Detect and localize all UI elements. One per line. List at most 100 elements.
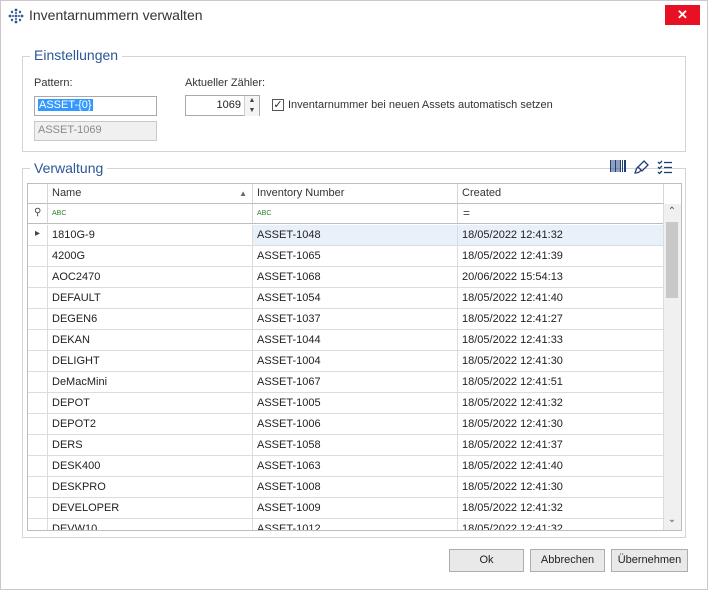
table-row[interactable]: DEPOT2 ASSET-1006 18/05/2022 12:41:30 — [28, 414, 664, 435]
row-indicator[interactable] — [28, 309, 48, 330]
cell-created[interactable]: 20/06/2022 15:54:13 — [458, 267, 664, 288]
cell-inventory-number[interactable]: ASSET-1054 — [253, 288, 458, 309]
cell-name[interactable]: DELIGHT — [48, 351, 253, 372]
cell-inventory-number[interactable]: ASSET-1004 — [253, 351, 458, 372]
checklist-icon[interactable] — [655, 159, 675, 177]
cell-created[interactable]: 18/05/2022 12:41:30 — [458, 351, 664, 372]
row-indicator[interactable] — [28, 330, 48, 351]
table-row[interactable]: DEGEN6 ASSET-1037 18/05/2022 12:41:27 — [28, 309, 664, 330]
counter-spinner[interactable]: 1069 ▲ ▼ — [185, 95, 260, 116]
cell-created[interactable]: 18/05/2022 12:41:32 — [458, 519, 664, 530]
brush-icon[interactable] — [632, 159, 652, 177]
cell-inventory-number[interactable]: ASSET-1068 — [253, 267, 458, 288]
scroll-down-button[interactable]: ⌄ — [664, 512, 680, 528]
column-header-name[interactable]: Name ▲ — [48, 184, 253, 204]
row-indicator[interactable] — [28, 477, 48, 498]
cell-name[interactable]: DEFAULT — [48, 288, 253, 309]
close-button[interactable]: ✕ — [665, 5, 700, 25]
cell-created[interactable]: 18/05/2022 12:41:40 — [458, 288, 664, 309]
column-header-inventory[interactable]: Inventory Number — [253, 184, 458, 204]
ok-button[interactable]: Ok — [449, 549, 524, 572]
cell-inventory-number[interactable]: ASSET-1008 — [253, 477, 458, 498]
cell-name[interactable]: DEVELOPER — [48, 498, 253, 519]
cell-inventory-number[interactable]: ASSET-1006 — [253, 414, 458, 435]
row-indicator[interactable]: ▸ — [28, 225, 48, 246]
row-indicator[interactable] — [28, 414, 48, 435]
inventory-grid[interactable]: Name ▲ Inventory Number Created ⚲ ABC AB… — [27, 183, 682, 531]
table-row[interactable]: DEVW10 ASSET-1012 18/05/2022 12:41:32 — [28, 519, 664, 530]
apply-button[interactable]: Übernehmen — [611, 549, 688, 572]
row-indicator[interactable] — [28, 351, 48, 372]
pattern-input[interactable]: ASSET-{0} — [34, 96, 157, 116]
cell-inventory-number[interactable]: ASSET-1063 — [253, 456, 458, 477]
filter-created[interactable]: = — [458, 204, 664, 224]
cell-name[interactable]: 4200G — [48, 246, 253, 267]
table-row[interactable]: 4200G ASSET-1065 18/05/2022 12:41:39 — [28, 246, 664, 267]
table-row[interactable]: DeMacMini ASSET-1067 18/05/2022 12:41:51 — [28, 372, 664, 393]
table-row[interactable]: DERS ASSET-1058 18/05/2022 12:41:37 — [28, 435, 664, 456]
column-header-created[interactable]: Created — [458, 184, 664, 204]
row-indicator[interactable] — [28, 246, 48, 267]
counter-up-button[interactable]: ▲ — [245, 96, 259, 106]
cell-created[interactable]: 18/05/2022 12:41:39 — [458, 246, 664, 267]
cell-name[interactable]: DERS — [48, 435, 253, 456]
table-row[interactable]: ▸ 1810G-9 ASSET-1048 18/05/2022 12:41:32 — [28, 225, 664, 246]
cell-inventory-number[interactable]: ASSET-1067 — [253, 372, 458, 393]
vertical-scrollbar[interactable]: ⌃ ⌄ — [663, 204, 681, 530]
cell-inventory-number[interactable]: ASSET-1009 — [253, 498, 458, 519]
cell-name[interactable]: DEKAN — [48, 330, 253, 351]
cell-created[interactable]: 18/05/2022 12:41:37 — [458, 435, 664, 456]
cell-name[interactable]: 1810G-9 — [48, 225, 253, 246]
cell-created[interactable]: 18/05/2022 12:41:32 — [458, 393, 664, 414]
cell-created[interactable]: 18/05/2022 12:41:30 — [458, 414, 664, 435]
cell-name[interactable]: DESK400 — [48, 456, 253, 477]
cell-name[interactable]: AOC2470 — [48, 267, 253, 288]
counter-down-button[interactable]: ▼ — [245, 106, 259, 116]
row-indicator[interactable] — [28, 267, 48, 288]
cell-created[interactable]: 18/05/2022 12:41:32 — [458, 225, 664, 246]
row-indicator[interactable] — [28, 288, 48, 309]
table-row[interactable]: AOC2470 ASSET-1068 20/06/2022 15:54:13 — [28, 267, 664, 288]
cell-name[interactable]: DEGEN6 — [48, 309, 253, 330]
cell-created[interactable]: 18/05/2022 12:41:27 — [458, 309, 664, 330]
cell-name[interactable]: DeMacMini — [48, 372, 253, 393]
cell-inventory-number[interactable]: ASSET-1044 — [253, 330, 458, 351]
cell-name[interactable]: DEPOT — [48, 393, 253, 414]
barcode-icon[interactable] — [608, 159, 628, 177]
table-row[interactable]: DESK400 ASSET-1063 18/05/2022 12:41:40 — [28, 456, 664, 477]
cell-name[interactable]: DEVW10 — [48, 519, 253, 530]
table-row[interactable]: DEVELOPER ASSET-1009 18/05/2022 12:41:32 — [28, 498, 664, 519]
table-row[interactable]: DEFAULT ASSET-1054 18/05/2022 12:41:40 — [28, 288, 664, 309]
scroll-up-button[interactable]: ⌃ — [664, 204, 680, 220]
table-row[interactable]: DEKAN ASSET-1044 18/05/2022 12:41:33 — [28, 330, 664, 351]
column-header-name-label: Name — [52, 187, 82, 199]
cell-created[interactable]: 18/05/2022 12:41:30 — [458, 477, 664, 498]
filter-name[interactable]: ABC — [48, 204, 253, 224]
cell-inventory-number[interactable]: ASSET-1012 — [253, 519, 458, 530]
cell-created[interactable]: 18/05/2022 12:41:40 — [458, 456, 664, 477]
table-row[interactable]: DEPOT ASSET-1005 18/05/2022 12:41:32 — [28, 393, 664, 414]
row-indicator[interactable] — [28, 393, 48, 414]
cell-created[interactable]: 18/05/2022 12:41:32 — [458, 498, 664, 519]
table-row[interactable]: DESKPRO ASSET-1008 18/05/2022 12:41:30 — [28, 477, 664, 498]
auto-set-checkbox[interactable]: ✓ — [272, 99, 284, 111]
row-indicator[interactable] — [28, 498, 48, 519]
cell-name[interactable]: DEPOT2 — [48, 414, 253, 435]
table-row[interactable]: DELIGHT ASSET-1004 18/05/2022 12:41:30 — [28, 351, 664, 372]
cell-inventory-number[interactable]: ASSET-1037 — [253, 309, 458, 330]
cell-inventory-number[interactable]: ASSET-1058 — [253, 435, 458, 456]
cell-inventory-number[interactable]: ASSET-1048 — [253, 225, 458, 246]
filter-inventory[interactable]: ABC — [253, 204, 458, 224]
row-indicator[interactable] — [28, 372, 48, 393]
cell-created[interactable]: 18/05/2022 12:41:51 — [458, 372, 664, 393]
row-indicator[interactable] — [28, 456, 48, 477]
cell-name[interactable]: DESKPRO — [48, 477, 253, 498]
cell-inventory-number[interactable]: ASSET-1005 — [253, 393, 458, 414]
row-indicator[interactable] — [28, 519, 48, 530]
cell-created[interactable]: 18/05/2022 12:41:33 — [458, 330, 664, 351]
scroll-thumb[interactable] — [666, 222, 678, 298]
cell-inventory-number[interactable]: ASSET-1065 — [253, 246, 458, 267]
row-indicator[interactable] — [28, 435, 48, 456]
text-filter-icon: ABC — [257, 210, 272, 217]
cancel-button[interactable]: Abbrechen — [530, 549, 605, 572]
